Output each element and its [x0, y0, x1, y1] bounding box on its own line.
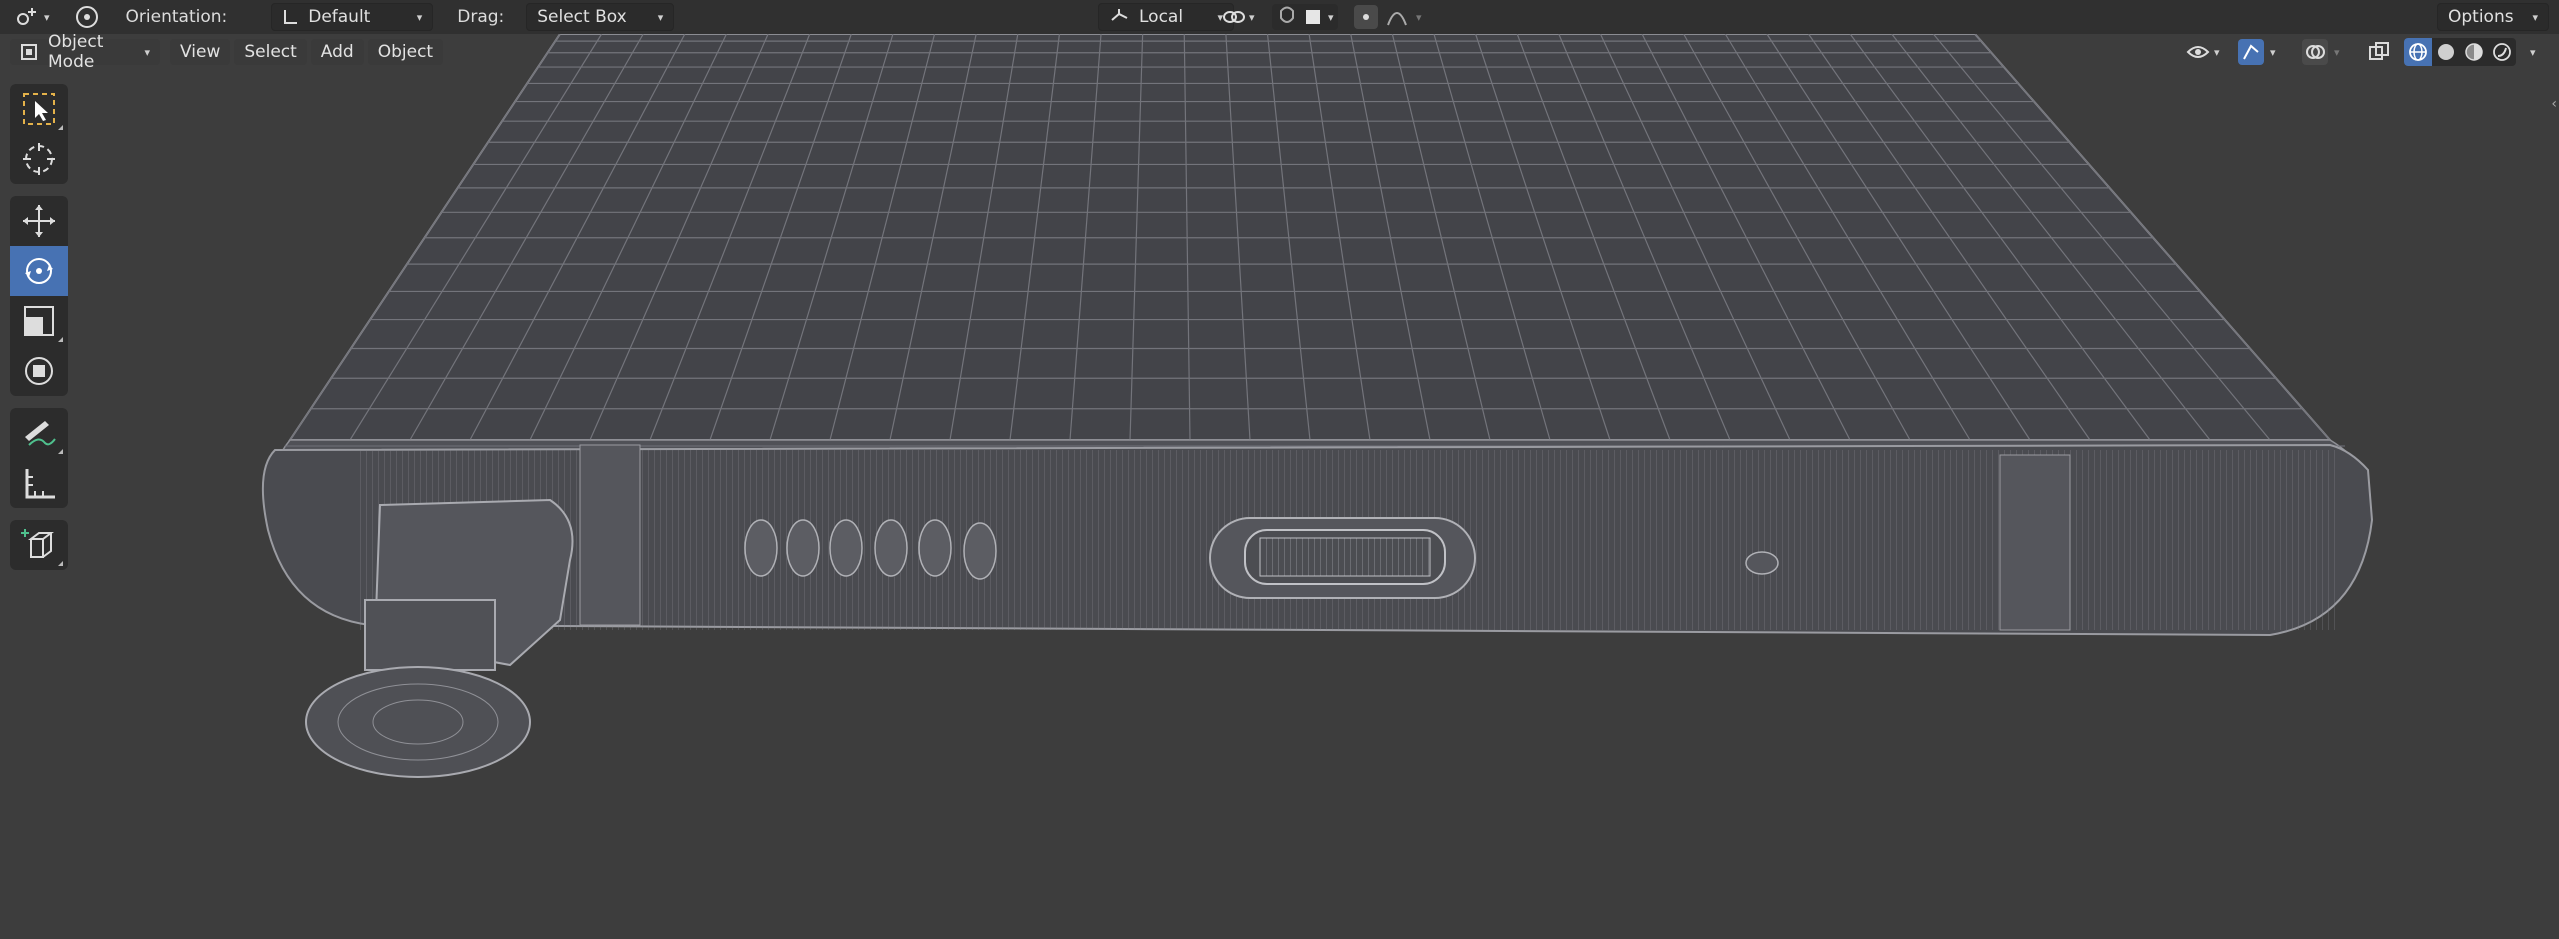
mode-dropdown[interactable]: Object Mode ▾ [10, 32, 160, 72]
chevron-down-icon: ▾ [144, 45, 150, 59]
mode-value: Object Mode [48, 32, 104, 72]
select-box-tool[interactable] [10, 84, 68, 134]
rendered-shading-icon[interactable] [2488, 38, 2516, 66]
orientation-label: Orientation: [125, 7, 228, 27]
phone-wireframe [261, 33, 2374, 778]
viewport-3d[interactable] [0, 0, 2559, 939]
rotate-tool[interactable] [10, 246, 68, 296]
link-icon [1222, 7, 1246, 27]
chevron-down-icon: ▾ [2334, 45, 2340, 59]
chevron-down-icon: ▾ [2532, 10, 2538, 24]
chevron-down-icon: ▾ [1328, 10, 1334, 24]
shading-mode-selector[interactable] [2404, 38, 2516, 66]
sidebar-toggle-icon[interactable]: ‹ [2551, 96, 2557, 112]
falloff-curve-icon[interactable] [1386, 7, 1408, 27]
gizmo-toggle-icon[interactable] [2238, 39, 2264, 65]
measure-tool[interactable] [10, 458, 68, 508]
snap-controls[interactable]: ▾ [1272, 4, 1338, 30]
chevron-down-icon[interactable]: ▾ [2530, 46, 2536, 59]
eye-icon[interactable] [2186, 42, 2210, 62]
menu-object[interactable]: Object [367, 39, 444, 65]
solid-shading-icon[interactable] [2432, 38, 2460, 66]
xray-toggle[interactable] [2368, 41, 2390, 63]
transform-tool[interactable] [10, 346, 68, 396]
visibility-controls[interactable]: ▾ [2186, 42, 2220, 62]
transform-pivot-point-button[interactable]: ▾ [1222, 4, 1255, 30]
wireframe-shading-icon[interactable] [2404, 38, 2432, 66]
options-label: Options [2448, 7, 2514, 27]
move-tool[interactable] [10, 196, 68, 246]
overlay-controls[interactable]: ▾ [2302, 39, 2340, 65]
tool-header: ▾ Orientation: Default ▾ Drag: Select Bo… [0, 0, 2559, 34]
local-axes-icon [1109, 8, 1129, 26]
toolbar [10, 84, 68, 582]
rotate-gizmo-icon [72, 2, 102, 32]
chevron-down-icon: ▾ [2270, 45, 2276, 59]
pivot-value: Local [1139, 7, 1184, 27]
overlays-icon[interactable] [2302, 39, 2328, 65]
proportional-editing-controls[interactable]: ▾ [1354, 4, 1422, 30]
menu-add[interactable]: Add [310, 39, 364, 65]
drag-value: Select Box [537, 7, 627, 27]
cursor-tool[interactable] [10, 134, 68, 184]
orientation-dropdown[interactable]: Default ▾ [271, 3, 434, 31]
chevron-down-icon: ▾ [44, 10, 50, 24]
material-shading-icon[interactable] [2460, 38, 2488, 66]
options-dropdown[interactable]: Options ▾ [2437, 3, 2549, 31]
menu-view[interactable]: View [170, 39, 231, 65]
xray-icon[interactable] [2368, 41, 2390, 63]
chevron-down-icon: ▾ [1249, 10, 1255, 24]
transform-pivot-button[interactable] [72, 4, 102, 30]
chevron-down-icon: ▾ [657, 10, 664, 24]
snap-element-icon[interactable] [1304, 8, 1322, 26]
drag-label: Drag: [457, 7, 505, 27]
viewport-header: Object Mode ▾ View Select Add Object ▾ ▾… [0, 32, 2559, 72]
axes-icon [282, 8, 298, 26]
orientation-value: Default [308, 7, 371, 27]
menu-select[interactable]: Select [234, 39, 307, 65]
annotate-tool[interactable] [10, 408, 68, 458]
chevron-down-icon: ▾ [416, 10, 423, 24]
chevron-down-icon: ▾ [1416, 10, 1422, 24]
magnet-icon[interactable] [1276, 6, 1298, 28]
scale-tool[interactable] [10, 296, 68, 346]
chevron-down-icon: ▾ [2214, 45, 2220, 59]
gizmo-controls[interactable]: ▾ [2238, 39, 2276, 65]
object-interaction-icon [14, 6, 40, 28]
proportional-editing-icon[interactable] [1354, 5, 1378, 29]
pivot-dropdown[interactable]: Local ▾ [1098, 3, 1234, 31]
editor-type-button[interactable]: ▾ [14, 4, 50, 30]
add-cube-tool[interactable] [10, 520, 68, 570]
object-mode-icon [20, 43, 38, 61]
drag-dropdown[interactable]: Select Box ▾ [526, 3, 675, 31]
